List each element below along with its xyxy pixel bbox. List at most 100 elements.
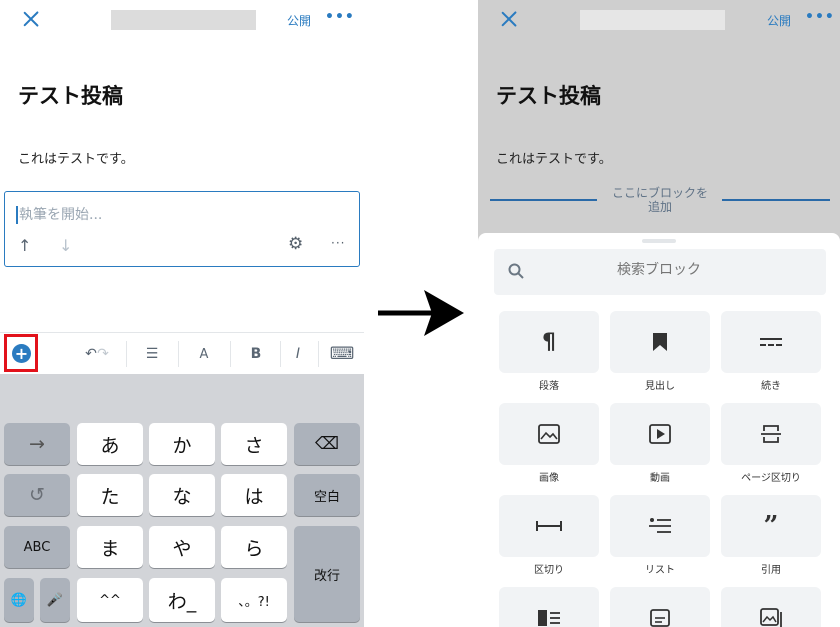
globe-icon[interactable]: 🌐 <box>4 578 34 622</box>
text-style-button[interactable]: A <box>190 333 218 375</box>
block-file[interactable] <box>610 587 710 627</box>
file-icon <box>650 609 670 627</box>
key-a[interactable]: あ <box>77 423 143 465</box>
key-ra[interactable]: ら <box>221 526 287 568</box>
comparison-stage: 公開 ••• テスト投稿 これはテストです。 執筆を開始... ↑ ↓ ⚙ ··… <box>0 0 840 627</box>
post-title[interactable]: テスト投稿 <box>496 80 601 110</box>
block-label: 区切り <box>534 565 564 576</box>
gallery-icon <box>760 608 782 627</box>
key-sa[interactable]: さ <box>221 423 287 465</box>
block-page-break[interactable] <box>721 403 821 465</box>
block-label: 続き <box>761 381 781 392</box>
text-caret <box>16 206 18 224</box>
add-block-here-indicator: ここにブロックを 追加 <box>611 186 708 214</box>
block-more-icon[interactable]: ··· <box>331 236 345 250</box>
block-video[interactable] <box>610 403 710 465</box>
key-dakuten[interactable]: ^^ <box>77 578 143 622</box>
redacted-title <box>111 10 256 30</box>
new-paragraph-block[interactable]: 執筆を開始... ↑ ↓ ⚙ ··· <box>4 191 360 267</box>
insertion-line-left <box>490 199 597 201</box>
italic-button[interactable]: I <box>286 333 310 375</box>
block-label: ページ区切り <box>741 473 801 484</box>
move-up-icon[interactable]: ↑ <box>18 236 31 255</box>
delete-key[interactable]: ⌫ <box>294 423 360 465</box>
drag-handle[interactable] <box>642 239 676 243</box>
bookmark-icon <box>653 333 667 351</box>
close-icon[interactable] <box>20 8 42 30</box>
post-title[interactable]: テスト投稿 <box>18 80 123 110</box>
transition-arrow-icon <box>378 290 464 336</box>
key-ta[interactable]: た <box>77 474 143 516</box>
format-toolbar: ↶ ↷ ☰ A B I ⌨ <box>0 332 364 374</box>
search-icon <box>508 263 524 279</box>
insertion-line-right <box>722 199 830 201</box>
key-ya[interactable]: や <box>149 526 215 568</box>
more-menu-button[interactable]: ••• <box>805 9 835 25</box>
block-quote[interactable]: ” <box>721 495 821 557</box>
left-screen: 公開 ••• テスト投稿 これはテストです。 執筆を開始... ↑ ↓ ⚙ ··… <box>0 0 364 627</box>
redo-icon[interactable]: ↷ <box>88 333 118 375</box>
block-label: 引用 <box>761 565 781 576</box>
block-list[interactable] <box>610 495 710 557</box>
block-paragraph[interactable]: ¶ <box>499 311 599 373</box>
block-label: 動画 <box>650 473 670 484</box>
separator-icon <box>536 521 562 531</box>
key-na[interactable]: な <box>149 474 215 516</box>
editor-placeholder[interactable]: 執筆を開始... <box>19 204 102 224</box>
return-key[interactable]: 改行 <box>294 526 360 622</box>
key-punctuation[interactable]: 、。?! <box>221 578 287 622</box>
space-key[interactable]: 空白 <box>294 474 360 516</box>
key-wa[interactable]: わ_ <box>149 578 215 622</box>
japanese-keyboard: → あ か さ ⌫ ↺ た な は 空白 ABC ま や ら 改行 🌐 🎤 ^^… <box>0 374 364 627</box>
right-top-bar: 公開 ••• <box>478 0 840 42</box>
close-icon[interactable] <box>498 8 520 30</box>
key-ka[interactable]: か <box>149 423 215 465</box>
key-ma[interactable]: ま <box>77 526 143 568</box>
add-block-icon[interactable]: + <box>12 344 31 363</box>
settings-icon[interactable]: ⚙ <box>288 234 303 254</box>
block-label: 見出し <box>645 381 675 392</box>
align-icon[interactable]: ☰ <box>138 333 166 375</box>
key-ha[interactable]: は <box>221 474 287 516</box>
right-screen: 公開 ••• テスト投稿 これはテストです。 ここにブロックを 追加 ¶ 段落 <box>478 0 840 627</box>
move-down-icon[interactable]: ↓ <box>59 236 72 255</box>
toolbar-divider <box>318 341 319 367</box>
post-body[interactable]: これはテストです。 <box>496 148 612 167</box>
list-icon <box>649 518 671 533</box>
page-break-icon <box>761 425 781 443</box>
microphone-icon[interactable]: 🎤 <box>40 578 70 622</box>
publish-button[interactable]: 公開 <box>767 12 791 29</box>
block-label: リスト <box>645 565 675 576</box>
more-break-icon <box>760 338 782 346</box>
paragraph-icon: ¶ <box>542 329 556 355</box>
toolbar-divider <box>280 341 281 367</box>
block-heading[interactable] <box>610 311 710 373</box>
block-label: 段落 <box>539 381 559 392</box>
undo-key[interactable]: ↺ <box>4 474 70 516</box>
hide-keyboard-icon[interactable]: ⌨ <box>328 333 356 375</box>
block-more[interactable] <box>721 311 821 373</box>
bold-button[interactable]: B <box>242 333 270 375</box>
more-menu-button[interactable]: ••• <box>325 9 355 25</box>
block-search-input[interactable] <box>534 262 784 278</box>
key-next[interactable]: → <box>4 423 70 465</box>
publish-button[interactable]: 公開 <box>287 12 311 29</box>
quote-icon: ” <box>763 511 779 541</box>
block-image[interactable] <box>499 403 599 465</box>
image-icon <box>538 424 560 444</box>
block-picker-sheet: ¶ 段落 見出し 続き <box>478 233 840 627</box>
post-body[interactable]: これはテストです。 <box>18 148 134 167</box>
redacted-title <box>580 10 725 30</box>
block-label: 画像 <box>539 473 559 484</box>
left-top-bar: 公開 ••• <box>0 0 364 42</box>
block-media-text[interactable] <box>499 587 599 627</box>
block-search-box[interactable] <box>494 249 826 295</box>
block-separator[interactable] <box>499 495 599 557</box>
media-text-icon <box>538 610 560 626</box>
toolbar-divider <box>126 341 127 367</box>
block-gallery[interactable] <box>721 587 821 627</box>
toolbar-divider <box>230 341 231 367</box>
abc-key[interactable]: ABC <box>4 526 70 568</box>
video-icon <box>649 424 671 444</box>
toolbar-divider <box>178 341 179 367</box>
